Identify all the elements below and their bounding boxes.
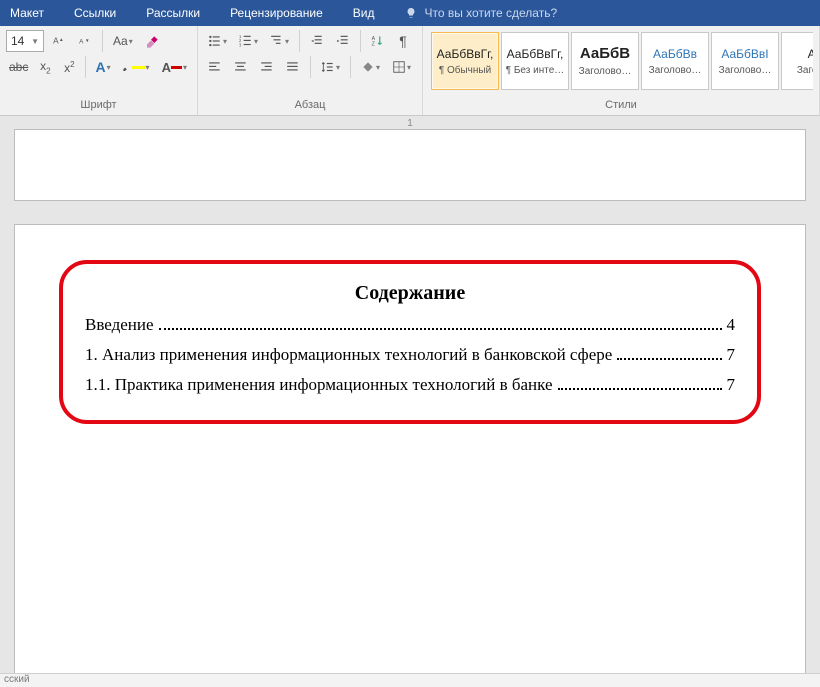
ribbon-group-styles: АаБбВвГг,¶ ОбычныйАаБбВвГг,¶ Без инте…Аа… xyxy=(423,26,820,115)
superscript-button[interactable]: x2 xyxy=(59,56,79,78)
borders-button[interactable]: ▾ xyxy=(388,56,415,78)
style-label: ¶ Обычный xyxy=(434,65,496,76)
menu-review[interactable]: Рецензирование xyxy=(230,6,323,20)
svg-text:Z: Z xyxy=(372,42,376,48)
horizontal-ruler: 1 xyxy=(0,118,820,132)
toc-entry-page: 4 xyxy=(724,315,736,335)
menu-references[interactable]: Ссылки xyxy=(74,6,116,20)
line-spacing-button[interactable]: ▾ xyxy=(317,56,344,78)
font-color-swatch xyxy=(171,66,182,69)
grow-font-button[interactable]: A▲ xyxy=(48,30,70,52)
svg-text:A: A xyxy=(372,36,376,42)
font-color-button[interactable]: A ▾ xyxy=(158,56,191,78)
separator xyxy=(102,30,103,52)
style-sample: АаБбВвГг, xyxy=(507,47,564,61)
svg-text:▼: ▼ xyxy=(85,38,90,43)
style-sample: АаБбВвГг, xyxy=(437,47,494,61)
ribbon: 14 ▼ A▲ A▼ Aa▾ abc x2 xyxy=(0,26,820,116)
styles-group-label: Стили xyxy=(429,99,813,113)
toc-entry-text: 1.1. Практика применения информационных … xyxy=(85,375,556,395)
strikethrough-button[interactable]: abc xyxy=(6,56,31,78)
page-main[interactable]: Содержание Введение 4 1. Анализ применения… xyxy=(15,225,805,687)
menu-mailings[interactable]: Рассылки xyxy=(146,6,200,20)
style-tile-3[interactable]: АаБбВв Заголово… xyxy=(641,32,709,90)
toc-entry-text: Введение xyxy=(85,315,157,335)
separator xyxy=(85,56,86,78)
style-label: Заголово… xyxy=(714,65,776,76)
style-sample: Аа xyxy=(808,47,813,61)
svg-text:▲: ▲ xyxy=(59,37,64,42)
toc-leader-dots xyxy=(558,388,722,390)
document-area[interactable]: 1 Содержание Введение 4 1. Анализ применен… xyxy=(0,116,820,687)
page-number-indicator: 1 xyxy=(407,118,413,129)
toc-entry-page: 7 xyxy=(724,375,736,395)
style-tile-0[interactable]: АаБбВвГг, ¶ Обычный xyxy=(431,32,499,90)
svg-text:3: 3 xyxy=(239,42,242,47)
toc-entry-0: Введение 4 xyxy=(85,315,735,335)
tell-me-search[interactable]: Что вы хотите сделать? xyxy=(404,6,557,20)
toc-entry-page: 7 xyxy=(724,345,736,365)
style-tile-5[interactable]: Аа Загол… xyxy=(781,32,813,90)
separator xyxy=(350,56,351,78)
svg-text:A: A xyxy=(53,36,59,45)
style-label: Заголово… xyxy=(644,65,706,76)
menu-layout[interactable]: Макет xyxy=(10,6,44,20)
page-previous-bottom[interactable] xyxy=(15,130,805,200)
clear-formatting-button[interactable] xyxy=(141,30,165,52)
align-left-button[interactable] xyxy=(204,56,226,78)
menu-view[interactable]: Вид xyxy=(353,6,375,20)
highlight-button[interactable]: ▾ xyxy=(118,56,154,78)
increase-indent-button[interactable] xyxy=(332,30,354,52)
align-center-button[interactable] xyxy=(230,56,252,78)
sort-button[interactable]: AZ xyxy=(367,30,389,52)
lightbulb-icon xyxy=(404,6,418,20)
tell-me-placeholder: Что вы хотите сделать? xyxy=(424,6,557,20)
language-indicator[interactable]: сский xyxy=(4,674,30,685)
separator xyxy=(299,30,300,52)
font-size-value: 14 xyxy=(11,34,24,48)
paragraph-group-label: Абзац xyxy=(204,99,416,113)
style-label: Заголово… xyxy=(574,66,636,77)
style-sample: АаБбВвI xyxy=(721,47,768,61)
style-tile-2[interactable]: АаБбВ Заголово… xyxy=(571,32,639,90)
toc-title: Содержание xyxy=(85,282,735,305)
style-label: ¶ Без инте… xyxy=(504,65,566,76)
toc-entry-text: 1. Анализ применения информационных техн… xyxy=(85,345,615,365)
font-group-label: Шрифт xyxy=(6,99,191,113)
toc-highlight-callout: Содержание Введение 4 1. Анализ применения… xyxy=(59,260,761,424)
style-sample: АаБбВ xyxy=(580,45,630,62)
status-bar: сский xyxy=(0,673,820,687)
numbering-button[interactable]: 123▾ xyxy=(235,30,262,52)
chevron-down-icon: ▼ xyxy=(31,37,39,46)
bullets-button[interactable]: ▾ xyxy=(204,30,231,52)
ribbon-group-font: 14 ▼ A▲ A▼ Aa▾ abc x2 xyxy=(0,26,198,115)
toc-leader-dots xyxy=(159,328,722,330)
shading-button[interactable]: ▾ xyxy=(357,56,384,78)
separator xyxy=(360,30,361,52)
justify-button[interactable] xyxy=(282,56,304,78)
style-tile-4[interactable]: АаБбВвI Заголово… xyxy=(711,32,779,90)
styles-gallery[interactable]: АаБбВвГг,¶ ОбычныйАаБбВвГг,¶ Без инте…Аа… xyxy=(429,30,813,90)
font-size-combo[interactable]: 14 ▼ xyxy=(6,30,44,52)
toc-entry-2: 1.1. Практика применения информационных … xyxy=(85,375,735,395)
toc-leader-dots xyxy=(617,358,721,360)
ribbon-group-paragraph: ▾ 123▾ ▾ AZ ¶ xyxy=(198,26,423,115)
decrease-indent-button[interactable] xyxy=(306,30,328,52)
show-marks-button[interactable]: ¶ xyxy=(393,30,413,52)
multilevel-list-button[interactable]: ▾ xyxy=(266,30,293,52)
menu-bar: Макет Ссылки Рассылки Рецензирование Вид… xyxy=(0,0,820,26)
change-case-button[interactable]: Aa▾ xyxy=(109,30,137,52)
toc-entry-1: 1. Анализ применения информационных техн… xyxy=(85,345,735,365)
subscript-button[interactable]: x2 xyxy=(35,56,55,78)
shrink-font-button[interactable]: A▼ xyxy=(74,30,96,52)
style-tile-1[interactable]: АаБбВвГг, ¶ Без инте… xyxy=(501,32,569,90)
highlight-color-swatch xyxy=(132,66,144,69)
align-right-button[interactable] xyxy=(256,56,278,78)
style-sample: АаБбВв xyxy=(653,47,697,61)
style-label: Загол… xyxy=(784,65,813,76)
svg-text:A: A xyxy=(79,38,84,45)
separator xyxy=(310,56,311,78)
text-effects-button[interactable]: A▾ xyxy=(92,56,114,78)
